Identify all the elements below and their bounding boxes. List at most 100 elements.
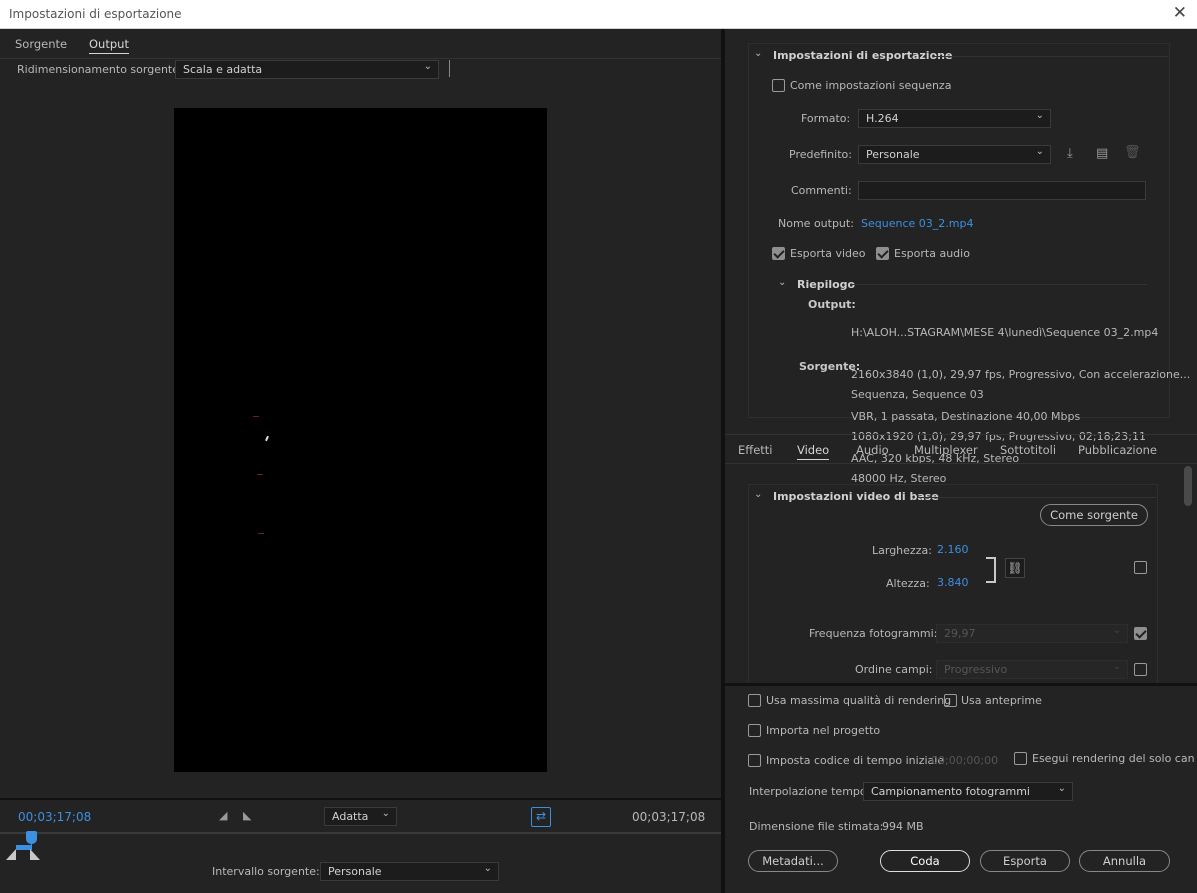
export-audio-label: Esporta audio [894,247,970,260]
width-label: Larghezza: [872,544,932,557]
cancel-button[interactable]: Annulla [1079,850,1170,872]
field-order-value: Progressivo [944,663,1008,676]
window-title: Impostazioni di esportazione [9,7,182,21]
aspect-toggle-icon[interactable]: ⇄ [531,807,551,827]
summary-line: H:\ALOH...STAGRAM\MESE 4\lunedì\Sequence… [851,326,1159,339]
format-value: H.264 [866,112,899,125]
comments-input[interactable] [858,181,1146,200]
fit-value: Adatta [332,810,369,823]
unlink-icon[interactable]: ⛓ [1005,558,1025,578]
chevron-down-icon[interactable]: ⌄ [754,48,762,59]
width-value[interactable]: 2.160 [937,543,969,556]
scrollbar-thumb[interactable] [1184,466,1192,506]
chevron-down-icon: ⌄ [1035,110,1044,121]
summary-output-label: Output: [808,298,856,311]
filesize-value: 994 MB [882,820,924,833]
delete-preset-icon[interactable]: 🗑 [1124,145,1141,160]
tab-effects[interactable]: Effetti [738,443,772,457]
interp-dropdown[interactable]: Campionamento fotogrammi ⌄ [863,782,1073,801]
output-name-link[interactable]: Sequence 03_2.mp4 [861,217,973,230]
height-value[interactable]: 3.840 [937,576,969,589]
preset-label: Predefinito: [789,148,852,161]
fps-checkbox[interactable] [1134,627,1147,640]
export-settings-header[interactable]: Impostazioni di esportazione [773,49,952,62]
tab-audio[interactable]: Audio [856,443,889,457]
preset-value: Personale [866,148,920,161]
out-point-icon[interactable] [30,849,40,860]
alpha-only-label: Esegui rendering del solo canale alfa [1032,752,1195,765]
preview-tabs: Sorgente Output [0,29,721,59]
preview-speck [253,416,259,417]
filesize-label: Dimensione file stimata: [749,820,884,833]
interp-label: Interpolazione tempo: [749,785,871,798]
header-rule [932,56,1168,57]
max-quality-label: Usa massima qualità di rendering [766,694,952,707]
scaling-dropdown[interactable]: Scala e adatta ⌄ [175,60,439,79]
import-preset-icon[interactable]: ▤ [1096,146,1108,161]
close-icon[interactable]: ✕ [1173,3,1187,23]
preset-dropdown[interactable]: Personale ⌄ [858,145,1051,164]
tab-publish[interactable]: Pubblicazione [1078,443,1157,457]
scaling-label: Ridimensionamento sorgente: [17,63,183,76]
save-preset-icon[interactable]: ⤓ [1067,146,1073,161]
fps-label: Frequenza fotogrammi: [809,627,938,640]
alpha-only-clip: Esegui rendering del solo canale alfa [1032,752,1195,768]
export-button[interactable]: Esporta [980,850,1070,872]
format-dropdown[interactable]: H.264 ⌄ [858,109,1051,128]
format-label: Formato: [801,112,851,125]
summary-header[interactable]: Riepilogo [797,278,855,291]
current-time[interactable]: 00;03;17;08 [18,810,91,824]
duration-time: 00;03;17;08 [632,810,706,824]
alpha-only-checkbox[interactable] [1014,752,1027,765]
tab-captions[interactable]: Sottotitoli [1000,443,1056,457]
in-point-icon[interactable] [6,849,16,860]
match-sequence-checkbox[interactable] [772,79,785,92]
timeline-ruler[interactable] [0,832,721,834]
queue-button[interactable]: Coda [880,850,970,872]
timecode-value[interactable]: 00;00;00;00 [931,754,998,767]
video-basic-header[interactable]: Impostazioni video di base [773,490,939,503]
fit-dropdown[interactable]: Adatta ⌄ [324,807,397,826]
comments-label: Commenti: [791,184,852,197]
range-label: Intervallo sorgente: [212,865,320,878]
use-previews-checkbox[interactable] [944,694,957,707]
header-rule [918,497,1156,498]
tab-output[interactable]: Output [89,37,129,54]
tab-source[interactable]: Sorgente [15,37,67,51]
tab-multiplexer[interactable]: Multiplexer [914,443,978,457]
range-value: Personale [328,865,382,878]
match-dimensions-checkbox[interactable] [1134,561,1147,574]
field-order-checkbox[interactable] [1134,663,1147,676]
chevron-down-icon[interactable]: ⌄ [754,489,762,500]
export-video-checkbox[interactable] [772,247,785,260]
chevron-down-icon[interactable]: ⌄ [778,277,786,288]
set-timecode-checkbox[interactable] [748,754,761,767]
match-sequence-label: Come impostazioni sequenza [790,79,952,92]
fps-dropdown[interactable]: 29,97 ⌄ [936,624,1128,643]
settings-tabs: Effetti Video Audio Multiplexer Sottotit… [725,434,1197,464]
mark-out-icon[interactable]: ◣ [243,809,251,822]
title-bar: Impostazioni di esportazione [0,0,1197,29]
chevron-down-icon: ⌄ [1057,783,1066,794]
use-previews-label: Usa anteprime [961,694,1042,707]
range-dropdown[interactable]: Personale ⌄ [320,862,499,881]
chevron-down-icon: ⌄ [381,808,390,819]
video-preview [174,108,547,772]
import-project-checkbox[interactable] [748,724,761,737]
summary-line: Sequenza, Sequence 03 [851,388,984,401]
mark-in-icon[interactable]: ◢ [219,809,227,822]
chevron-down-icon: ⌄ [423,61,432,72]
preview-speck [265,435,269,442]
metadata-button[interactable]: Metadati... [748,850,838,872]
options-divider [725,683,1197,686]
tab-video[interactable]: Video [797,443,830,460]
preview-speck [257,474,263,475]
match-source-button[interactable]: Come sorgente [1040,504,1148,526]
max-quality-checkbox[interactable] [748,694,761,707]
preview-speck [258,533,264,534]
export-audio-checkbox[interactable] [876,247,889,260]
field-order-dropdown[interactable]: Progressivo ⌄ [936,660,1128,679]
summary-source-text: Sequenza, Sequence 03 1080x1920 (1,0), 2… [851,360,1146,500]
chevron-down-icon: ⌄ [1035,146,1044,157]
playhead-line [31,840,32,848]
